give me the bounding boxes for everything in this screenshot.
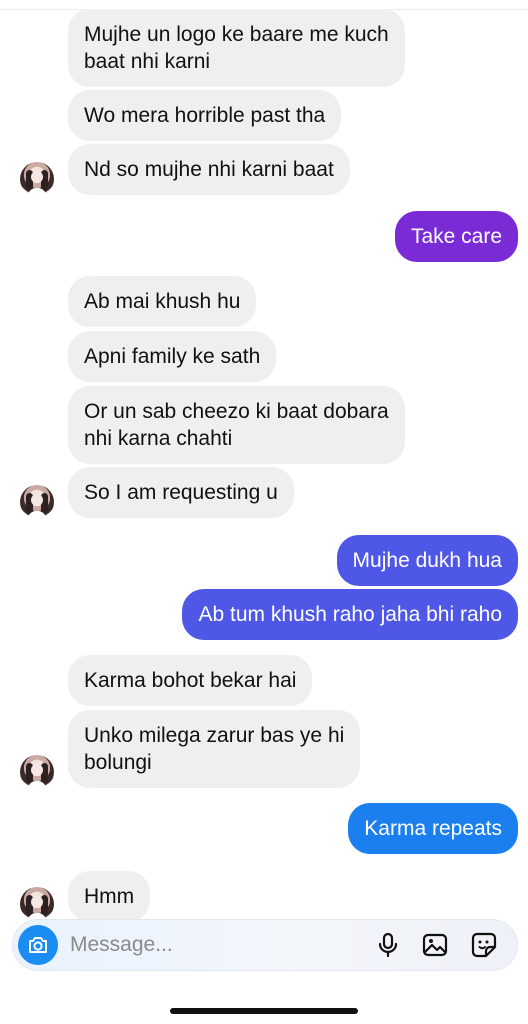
contact-avatar[interactable]: [20, 162, 54, 196]
outgoing-message[interactable]: Take care: [394, 211, 518, 262]
message-input[interactable]: Message...: [70, 933, 173, 957]
incoming-message[interactable]: Nd so mujhe nhi karni baat: [68, 144, 350, 195]
message-composer: Message...: [12, 919, 518, 971]
incoming-message[interactable]: Or un sab cheezo ki baat dobara nhi karn…: [68, 386, 405, 464]
camera-icon: [29, 937, 47, 953]
incoming-message[interactable]: Apni family ke sath: [68, 331, 277, 382]
outgoing-message[interactable]: Ab tum khush raho jaha bhi raho: [182, 589, 518, 640]
contact-avatar[interactable]: [20, 887, 54, 921]
gallery-icon[interactable]: [421, 931, 449, 959]
outgoing-message[interactable]: Karma repeats: [348, 803, 518, 854]
contact-avatar[interactable]: [20, 755, 54, 789]
home-indicator[interactable]: [170, 1008, 358, 1014]
microphone-icon[interactable]: [374, 931, 402, 959]
incoming-message[interactable]: Karma bohot bekar hai: [68, 655, 313, 706]
incoming-message[interactable]: Mujhe un logo ke baare me kuch baat nhi …: [68, 9, 405, 87]
incoming-message[interactable]: So I am requesting u: [68, 467, 294, 518]
outgoing-message[interactable]: Mujhe dukh hua: [336, 535, 518, 586]
incoming-message[interactable]: Hmm: [68, 871, 151, 922]
incoming-message[interactable]: Ab mai khush hu: [68, 276, 257, 327]
sticker-icon[interactable]: [470, 931, 498, 959]
contact-avatar[interactable]: [20, 485, 54, 519]
incoming-message[interactable]: Wo mera horrible past tha: [68, 90, 342, 141]
incoming-message[interactable]: Unko milega zarur bas ye hi bolungi: [68, 710, 361, 788]
camera-button[interactable]: [18, 925, 58, 965]
